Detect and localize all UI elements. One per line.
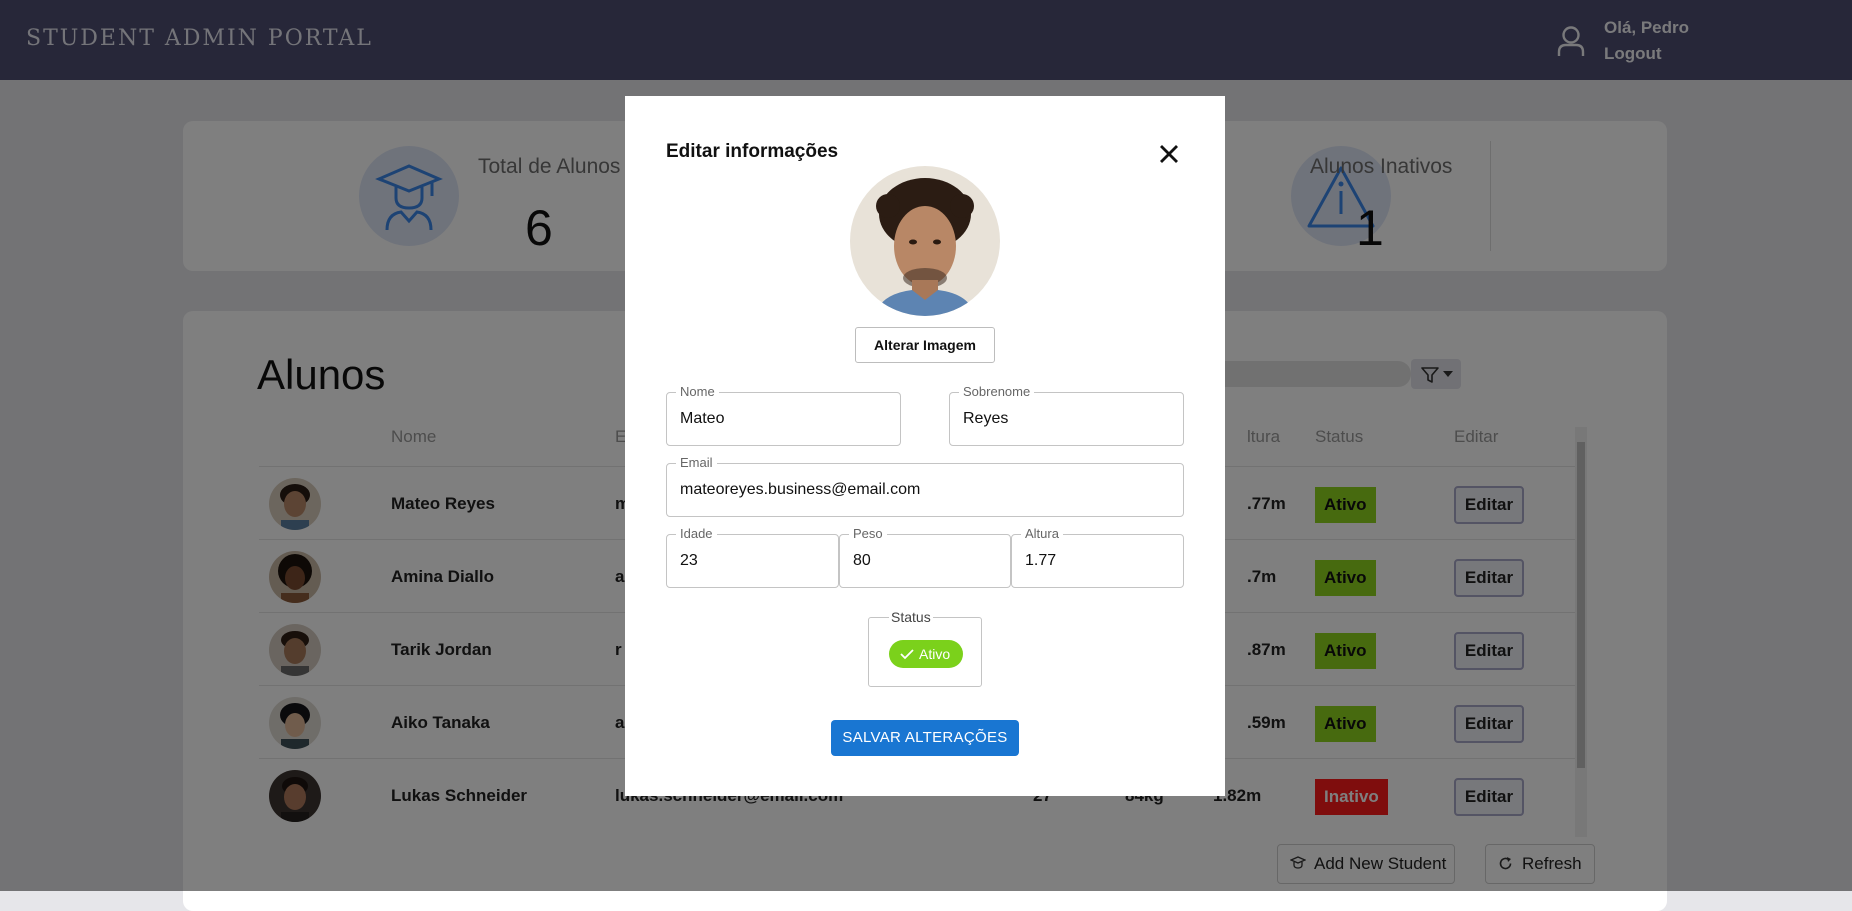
save-changes-button[interactable]: SALVAR ALTERAÇÕES: [831, 720, 1019, 756]
height-field[interactable]: Altura: [1011, 526, 1184, 588]
weight-field[interactable]: Peso: [839, 526, 1011, 588]
modal-title: Editar informações: [666, 141, 839, 162]
profile-photo: [850, 166, 1000, 316]
height-input[interactable]: [1025, 535, 1175, 587]
status-toggle-chip[interactable]: Ativo: [889, 640, 963, 668]
close-icon[interactable]: [1155, 140, 1183, 168]
email-field[interactable]: Email: [666, 455, 1184, 517]
status-fieldset: Status Ativo: [868, 609, 982, 687]
first-name-input[interactable]: [680, 393, 890, 445]
check-icon: [900, 649, 914, 660]
email-input[interactable]: [680, 464, 1170, 516]
change-image-button[interactable]: Alterar Imagem: [855, 327, 995, 363]
age-input[interactable]: [680, 535, 830, 587]
age-field[interactable]: Idade: [666, 526, 839, 588]
first-name-field[interactable]: Nome: [666, 384, 901, 446]
last-name-field[interactable]: Sobrenome: [949, 384, 1184, 446]
weight-input[interactable]: [853, 535, 1003, 587]
status-chip-label: Ativo: [919, 646, 951, 662]
edit-student-modal: Editar informações Alterar Imagem Nome S…: [625, 96, 1225, 796]
status-legend: Status: [889, 609, 933, 625]
last-name-input[interactable]: [963, 393, 1173, 445]
